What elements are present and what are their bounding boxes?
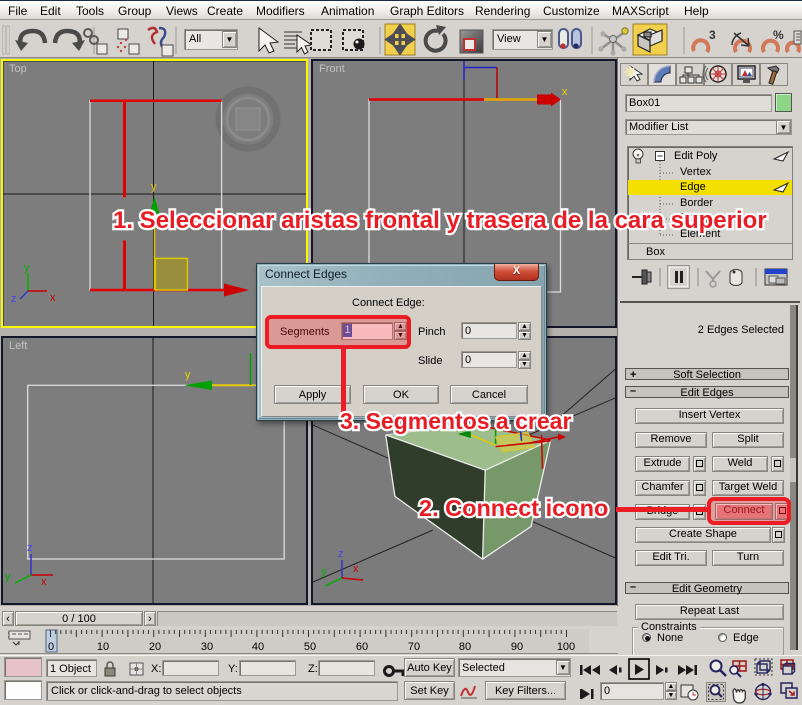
svg-text:y: y [5, 571, 11, 583]
svg-text:100: 100 [557, 641, 575, 653]
svg-text:z: z [338, 548, 344, 560]
svg-text:70: 70 [408, 641, 420, 653]
svg-text:z: z [11, 293, 17, 305]
svg-text:y: y [151, 181, 157, 193]
svg-text:30: 30 [201, 641, 213, 653]
svg-text:10: 10 [97, 641, 109, 653]
svg-text:3: 3 [709, 28, 716, 42]
svg-text:y: y [24, 262, 30, 274]
svg-text:x: x [50, 292, 56, 304]
svg-text:x: x [41, 576, 47, 588]
svg-text:y: y [185, 369, 191, 381]
svg-text:z: z [27, 542, 33, 554]
svg-text:y: y [321, 566, 327, 578]
svg-text:%: % [773, 28, 784, 42]
svg-text:60: 60 [356, 641, 368, 653]
svg-text:0: 0 [48, 641, 54, 653]
svg-text:20: 20 [149, 641, 161, 653]
svg-text:80: 80 [459, 641, 471, 653]
svg-text:50: 50 [304, 641, 316, 653]
svg-text:40: 40 [252, 641, 264, 653]
svg-text:x: x [353, 563, 359, 575]
svg-text:x: x [562, 86, 568, 98]
svg-text:90: 90 [511, 641, 523, 653]
